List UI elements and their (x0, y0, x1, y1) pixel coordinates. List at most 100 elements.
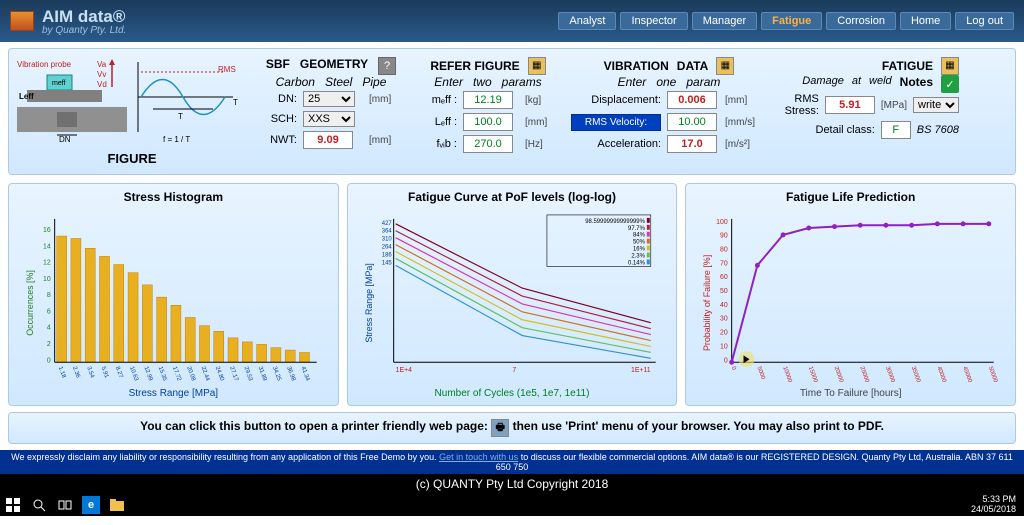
svg-text:17.72: 17.72 (171, 366, 182, 382)
hdr-one: one (656, 75, 676, 89)
nav-logout[interactable]: Log out (955, 12, 1014, 30)
svg-text:10.63: 10.63 (128, 366, 139, 383)
print-button[interactable]: 🖶 (491, 419, 509, 437)
notes-check-icon[interactable]: ✓ (941, 75, 959, 93)
svg-text:Occurrences [%]: Occurrences [%] (25, 270, 35, 336)
svg-text:2: 2 (47, 341, 51, 348)
rmsstress-input[interactable] (825, 96, 875, 114)
nav-analyst[interactable]: Analyst (558, 12, 616, 30)
print-text-post: then use 'Print' menu of your browser. Y… (513, 419, 884, 433)
svg-text:12: 12 (43, 260, 51, 267)
leff-label: Lₑff : (417, 116, 457, 128)
brand-byline: by Quanty Pty. Ltd. (42, 25, 126, 36)
bs-label: BS 7608 (917, 124, 959, 136)
svg-text:35000: 35000 (910, 366, 922, 384)
svg-text:31.89: 31.89 (257, 366, 268, 383)
nwt-label: NWT: (257, 134, 297, 146)
svg-text:24.80: 24.80 (214, 366, 225, 383)
detailclass-input[interactable] (881, 121, 911, 139)
meff-label: mₑff : (417, 94, 457, 106)
svg-text:Va: Va (97, 60, 107, 69)
meff-input[interactable] (463, 91, 513, 109)
svg-text:3.54: 3.54 (85, 366, 95, 380)
fvib-unit: [Hz] (525, 139, 559, 150)
dn-unit: [mm] (369, 94, 405, 105)
hdr-pipe: Pipe (362, 75, 386, 89)
start-icon[interactable] (4, 496, 22, 514)
nav-corrosion[interactable]: Corrosion (826, 12, 896, 30)
svg-text:60: 60 (720, 274, 728, 281)
svg-text:T: T (178, 112, 183, 121)
hdr-fatigue: FATIGUE (882, 59, 933, 73)
calc-fatigue-button[interactable]: ▦ (941, 57, 959, 75)
taskview-icon[interactable] (56, 496, 74, 514)
accel-input[interactable] (667, 135, 717, 153)
edge-icon[interactable]: e (82, 496, 100, 514)
figure-label: FIGURE (17, 151, 247, 166)
rmsvel-unit: [mm/s] (725, 117, 767, 128)
svg-text:80: 80 (720, 247, 728, 254)
svg-text:2.3%: 2.3% (631, 253, 645, 259)
write-select[interactable]: write (913, 97, 959, 113)
explorer-icon[interactable] (108, 496, 126, 514)
copyright: (c) QUANTY Pty Ltd Copyright 2018 (0, 474, 1024, 494)
nav-home[interactable]: Home (900, 12, 951, 30)
nwt-input[interactable] (303, 131, 353, 149)
rmsvel-input[interactable] (667, 113, 717, 131)
charts-row: Stress Histogram Occurrences [%] 0246810… (8, 183, 1016, 406)
accel-label: Acceleration: (571, 138, 661, 150)
nav-bar: Analyst Inspector Manager Fatigue Corros… (558, 12, 1014, 30)
svg-text:97.7%: 97.7% (628, 226, 646, 232)
meff-unit: [kg] (525, 95, 559, 106)
help-geometry-button[interactable]: ? (378, 57, 396, 75)
leff-unit: [mm] (525, 117, 559, 128)
nav-fatigue[interactable]: Fatigue (761, 12, 822, 30)
disp-input[interactable] (667, 91, 717, 109)
calc-vibration-button[interactable]: ▦ (716, 57, 734, 75)
hdr-data: DATA (677, 59, 709, 73)
svg-text:20000: 20000 (833, 366, 845, 384)
rmsstress-label: RMS Stress: (779, 93, 819, 117)
hdr-vibration: VIBRATION (604, 59, 669, 73)
leff-input[interactable] (463, 113, 513, 131)
contact-link[interactable]: Get in touch with us (439, 452, 518, 462)
chart-histogram: Stress Histogram Occurrences [%] 0246810… (8, 183, 339, 406)
nav-inspector[interactable]: Inspector (620, 12, 687, 30)
svg-text:T: T (233, 98, 238, 107)
svg-text:15.35: 15.35 (157, 366, 168, 383)
search-icon[interactable] (30, 496, 48, 514)
svg-text:1.18: 1.18 (57, 366, 67, 380)
svg-text:0: 0 (730, 366, 737, 372)
clock[interactable]: 5:33 PM 24/05/2018 (971, 495, 1020, 515)
svg-text:0: 0 (47, 357, 51, 364)
svg-text:8.27: 8.27 (114, 366, 124, 379)
svg-text:45000: 45000 (962, 366, 974, 384)
chart-life-prediction: Fatigue Life Prediction Probability of F… (685, 183, 1016, 406)
dn-select[interactable]: 25 (303, 91, 355, 107)
svg-text:4: 4 (47, 325, 51, 332)
hdr-enter2: Enter (618, 75, 647, 89)
nav-manager[interactable]: Manager (692, 12, 757, 30)
chart-fatigue-curve: Fatigue Curve at PoF levels (log-log) St… (347, 183, 678, 406)
fvib-input[interactable] (463, 135, 513, 153)
sch-select[interactable]: XXS (303, 111, 355, 127)
rms-velocity-button[interactable]: RMS Velocity: (571, 114, 661, 131)
svg-text:1E+4: 1E+4 (395, 367, 411, 374)
hist-title: Stress Histogram (15, 190, 332, 204)
svg-text:98.59999999999999%: 98.59999999999999% (585, 219, 645, 225)
disclaimer-post: to discuss our flexible commercial optio… (496, 452, 1013, 472)
svg-text:50000: 50000 (987, 366, 999, 384)
dn-label: DN: (257, 93, 297, 105)
svg-text:0.14%: 0.14% (628, 260, 646, 266)
svg-text:2.36: 2.36 (71, 366, 81, 380)
svg-text:Vv: Vv (97, 70, 106, 79)
calc-refer-button[interactable]: ▦ (528, 57, 546, 75)
hdr-carbon: Carbon (276, 75, 315, 89)
hdr-geometry: GEOMETRY (300, 57, 368, 75)
hdr-param: param (686, 75, 720, 89)
svg-text:Stress Range [MPa]: Stress Range [MPa] (364, 263, 374, 342)
disp-unit: [mm] (725, 95, 767, 106)
accel-unit: [m/s²] (725, 139, 767, 150)
svg-text:6: 6 (47, 308, 51, 315)
svg-text:27.17: 27.17 (228, 366, 239, 382)
